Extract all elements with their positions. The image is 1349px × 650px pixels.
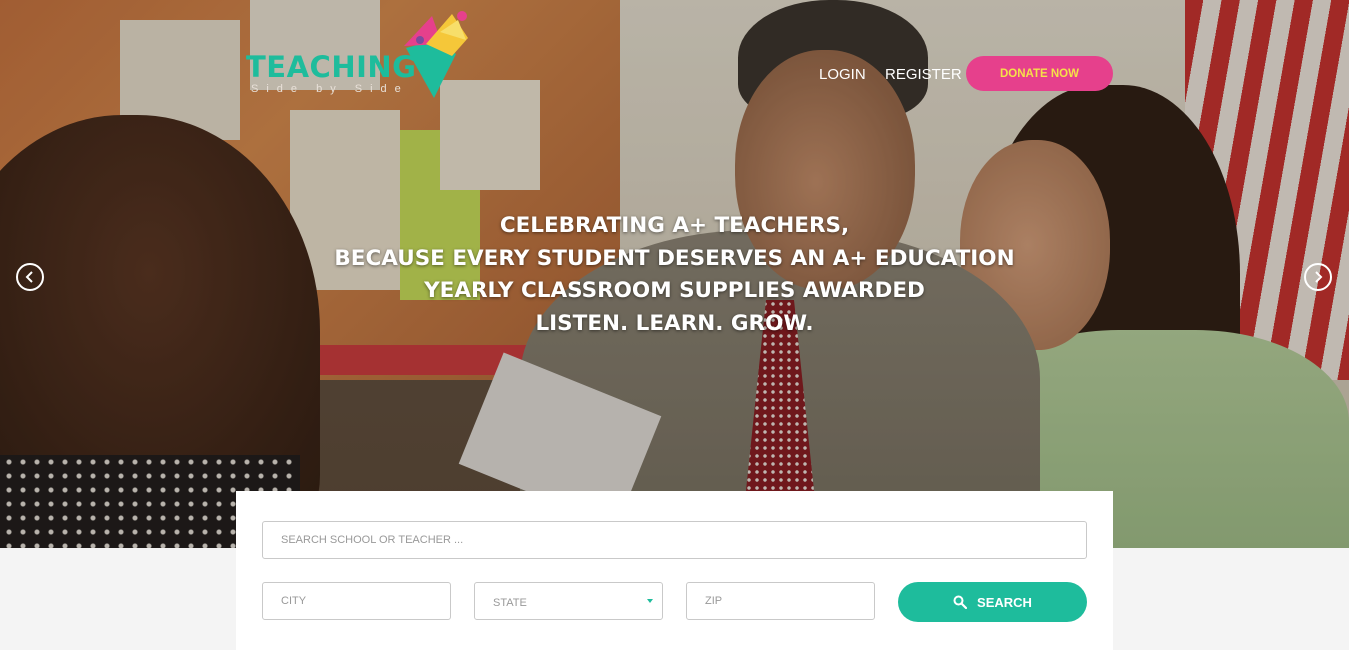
state-select[interactable]: STATE <box>474 582 663 620</box>
hero-headline: CELEBRATING A+ TEACHERS, BECAUSE EVERY S… <box>0 210 1349 340</box>
hero-line-4: LISTEN. LEARN. GROW. <box>535 310 814 336</box>
search-button-label: SEARCH <box>977 594 1032 610</box>
chevron-right-icon <box>1315 271 1323 283</box>
carousel-next-button[interactable] <box>1304 263 1332 291</box>
register-link[interactable]: REGISTER <box>885 66 962 83</box>
hero-banner: TEACHING Side by Side LOGIN REGISTER DON… <box>0 0 1349 548</box>
state-selected-value: STATE <box>493 597 527 609</box>
city-input[interactable]: CITY <box>262 582 451 620</box>
logo-wordmark: TEACHING <box>246 50 417 84</box>
city-placeholder: CITY <box>281 595 307 607</box>
hero-line-2: BECAUSE EVERY STUDENT DESERVES AN A+ EDU… <box>334 245 1015 271</box>
search-panel: SEARCH SCHOOL OR TEACHER ... CITY STATE … <box>236 491 1113 650</box>
hero-line-3: YEARLY CLASSROOM SUPPLIES AWARDED <box>424 278 925 303</box>
search-placeholder: SEARCH SCHOOL OR TEACHER ... <box>281 534 464 546</box>
search-input[interactable]: SEARCH SCHOOL OR TEACHER ... <box>262 521 1087 559</box>
chevron-left-icon <box>25 271 33 283</box>
search-icon <box>953 595 968 609</box>
search-button[interactable]: SEARCH <box>898 582 1087 622</box>
logo-tagline: Side by Side <box>251 83 409 95</box>
carousel-prev-button[interactable] <box>16 263 44 291</box>
zip-placeholder: ZIP <box>705 595 723 607</box>
hero-line-1: CELEBRATING A+ TEACHERS, <box>499 213 850 238</box>
donate-button[interactable]: DONATE NOW <box>966 56 1113 91</box>
login-link[interactable]: LOGIN <box>819 66 866 83</box>
caret-down-icon <box>647 599 653 603</box>
zip-input[interactable]: ZIP <box>686 582 875 620</box>
site-logo[interactable]: TEACHING Side by Side <box>246 10 476 102</box>
